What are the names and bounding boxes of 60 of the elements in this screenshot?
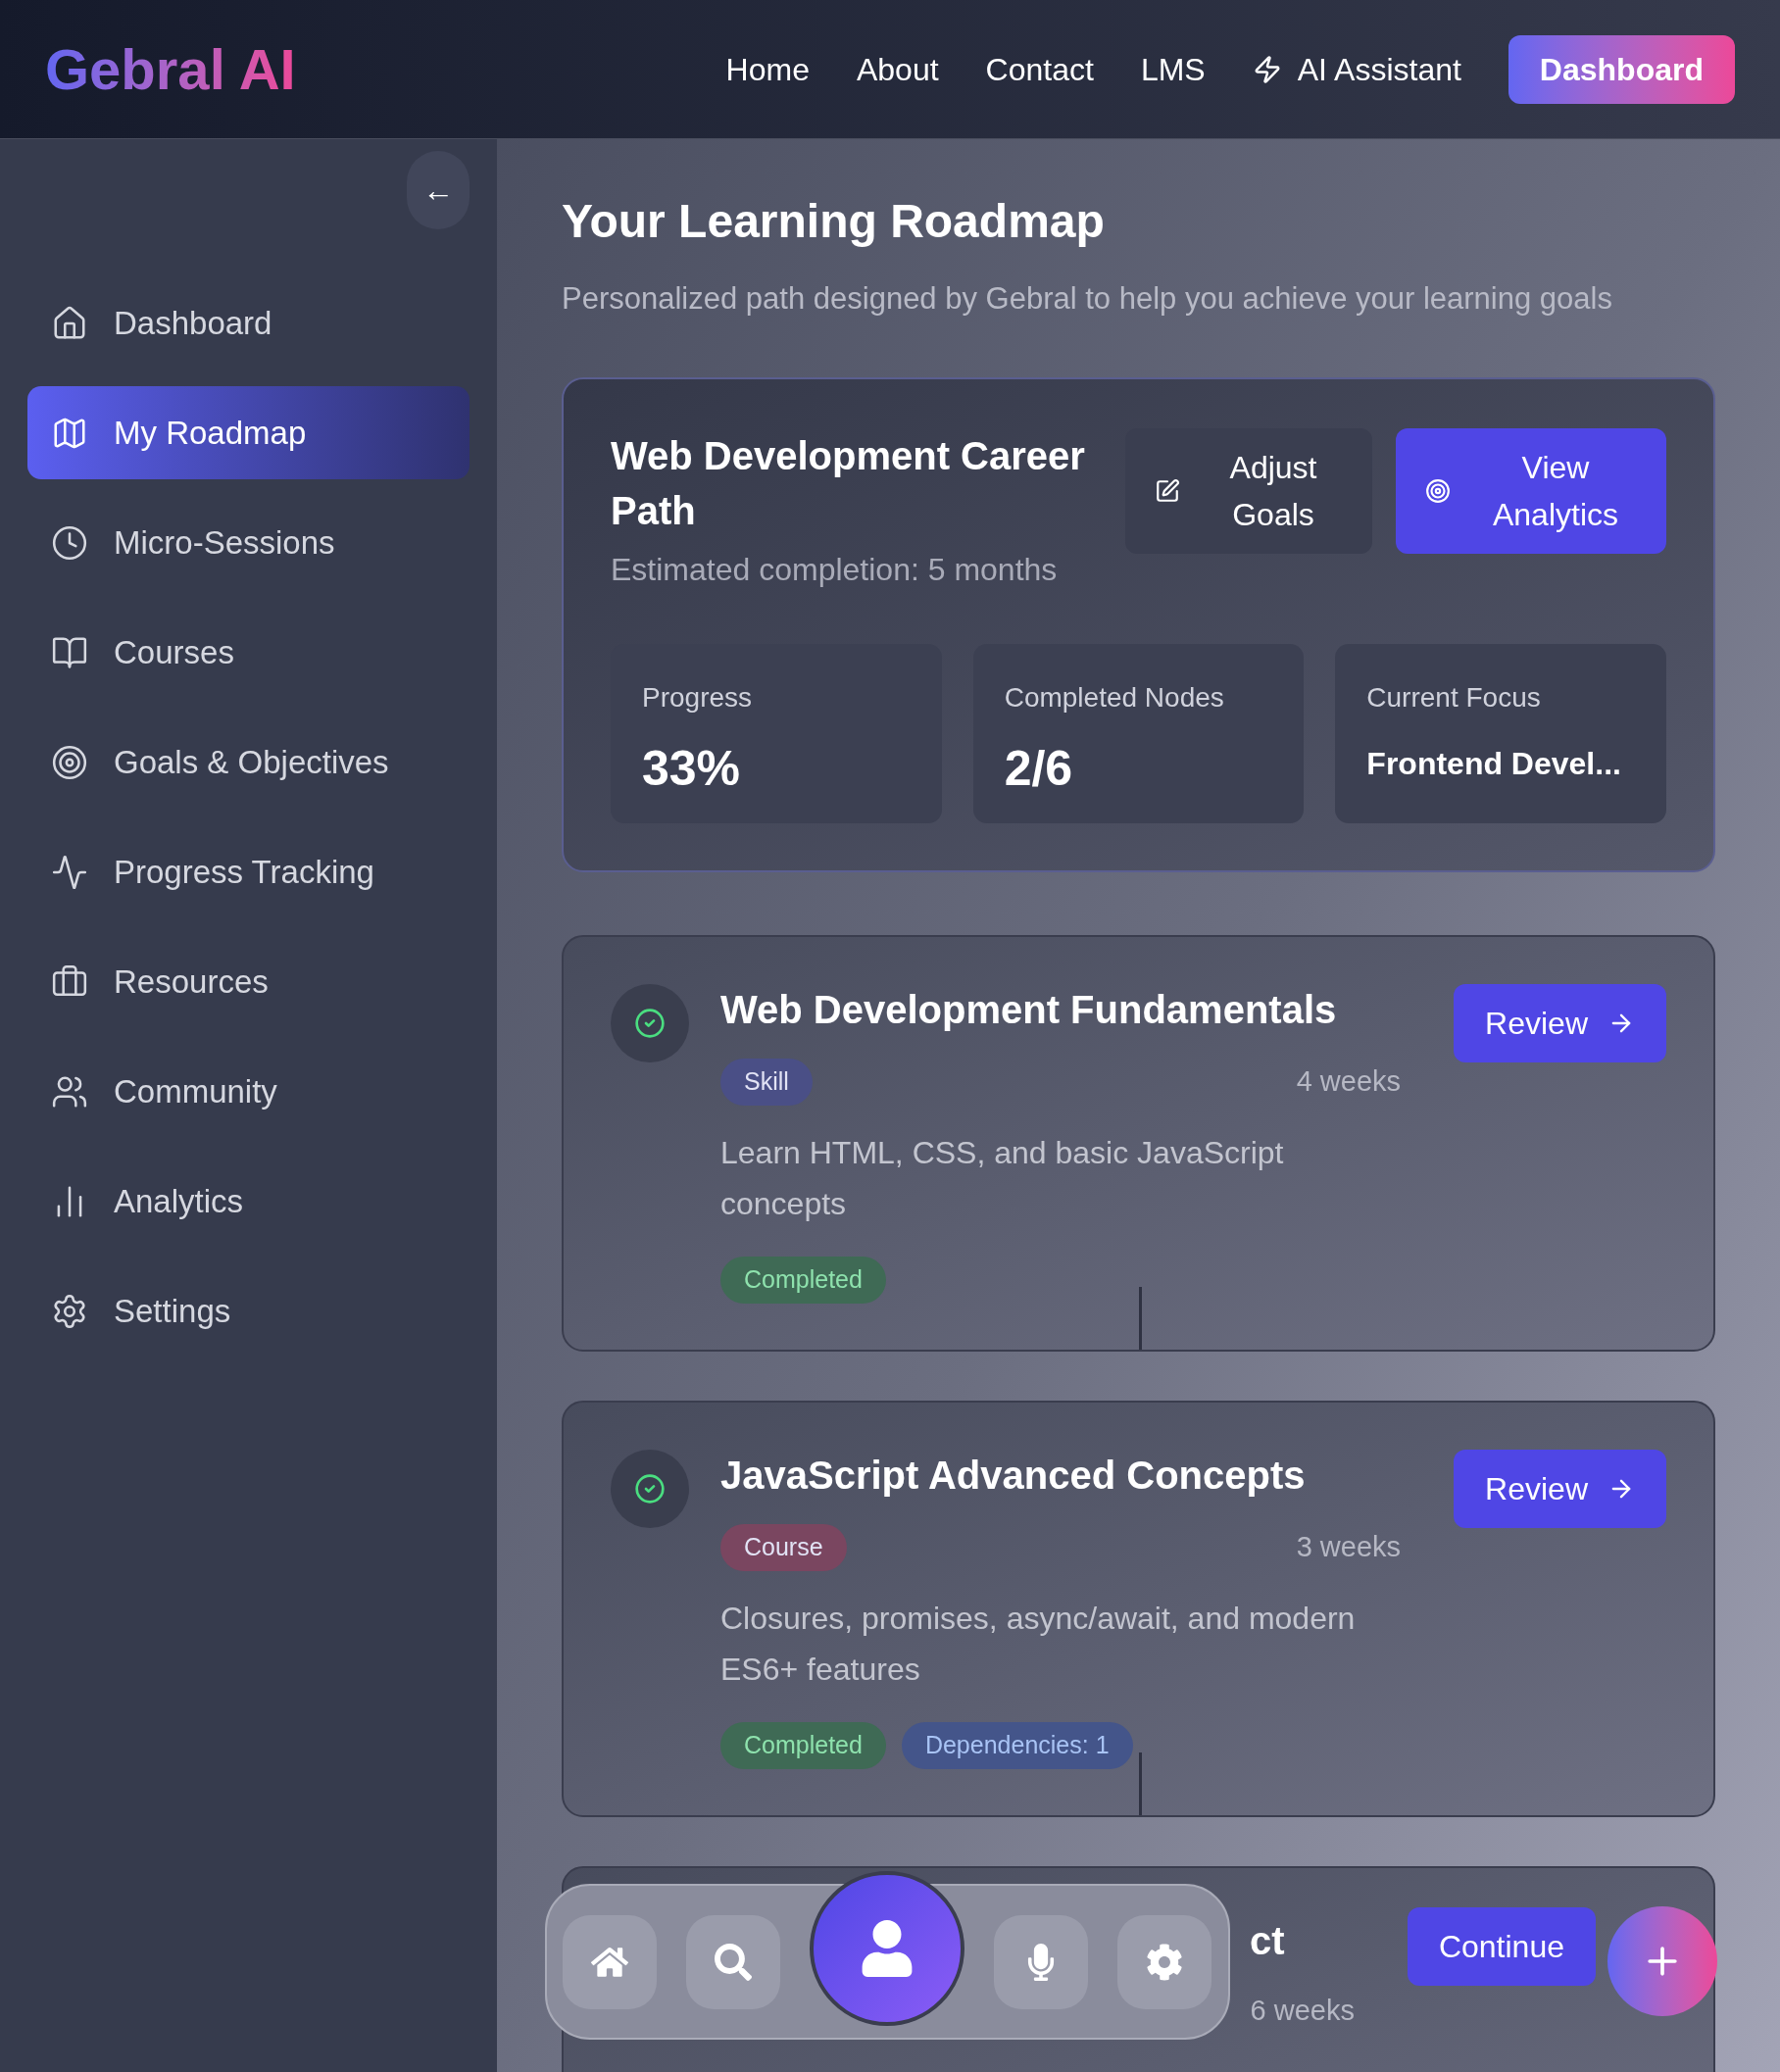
dashboard-button[interactable]: Dashboard — [1508, 34, 1735, 104]
sidebar-item[interactable]: Dashboard — [27, 276, 470, 370]
home-icon — [51, 304, 88, 342]
sidebar-item[interactable]: Resources — [27, 935, 470, 1028]
node-type-tag: Course — [720, 1523, 847, 1571]
sidebar-item[interactable]: Goals & Objectives — [27, 715, 470, 809]
search-icon — [715, 1943, 752, 1981]
page-subtitle: Personalized path designed by Gebral to help you achieve your learning goals — [562, 280, 1613, 318]
sidebar-item[interactable]: Micro-Sessions — [27, 496, 470, 589]
check-circle-icon — [634, 1007, 666, 1039]
sidebar-item[interactable]: My Roadmap — [27, 386, 470, 479]
check-circle-icon — [634, 1472, 666, 1505]
nav-link[interactable]: Home — [725, 45, 810, 93]
review-button[interactable]: Review — [1454, 1449, 1666, 1528]
stat-value: Frontend Devel... — [1366, 744, 1622, 783]
node-title: JavaScript Advanced Concepts — [720, 1452, 1307, 1499]
search-button[interactable] — [686, 1914, 780, 2009]
sidebar-item[interactable]: Progress Tracking — [27, 825, 470, 918]
node-title: ct — [1250, 1917, 1286, 1964]
nav-link[interactable]: AI Assistant — [1252, 45, 1461, 93]
edit-icon — [1155, 477, 1180, 504]
nav-link[interactable]: Contact — [985, 45, 1094, 93]
estimated-completion: Estimated completion: 5 months — [611, 550, 1059, 589]
settings-button[interactable] — [1117, 1914, 1211, 2009]
sidebar-item[interactable]: Community — [27, 1045, 470, 1138]
stat-value: 2/6 — [1004, 739, 1074, 798]
settings-icon — [1146, 1943, 1183, 1981]
sidebar-item[interactable]: Settings — [27, 1264, 470, 1357]
stat-label: Current Focus — [1366, 680, 1542, 715]
page-title: Your Learning Roadmap — [562, 194, 1106, 249]
node-description: Learn HTML, CSS, and basic JavaScript concepts — [720, 1133, 1285, 1223]
node-duration: 6 weeks — [1250, 1993, 1355, 2028]
adjust-goals-button[interactable]: Adjust Goals — [1125, 427, 1372, 554]
node-title: Web Development Fundamentals — [720, 986, 1338, 1033]
view-analytics-button[interactable]: View Analytics — [1396, 427, 1666, 554]
node-duration: 4 weeks — [1296, 1063, 1402, 1099]
node-description: Closures, promises, async/await, and modern ES6+ features — [720, 1599, 1357, 1689]
status-tag: Completed — [720, 1256, 886, 1304]
status-tag: Completed — [720, 1721, 886, 1769]
stat-value: 33% — [642, 739, 742, 798]
node-type-tag: Skill — [720, 1058, 813, 1106]
nav-link[interactable]: About — [856, 45, 939, 93]
sidebar-item[interactable]: Analytics — [27, 1155, 470, 1248]
dependencies-tag: Dependencies: 1 — [901, 1721, 1133, 1769]
career-path-title: Web Development Career Path — [611, 432, 1086, 534]
microphone-button[interactable] — [994, 1914, 1088, 2009]
continue-button[interactable]: Continue — [1407, 1906, 1596, 1986]
settings-icon — [51, 1292, 88, 1330]
nav-link[interactable]: LMS — [1140, 45, 1206, 93]
stat-label: Completed Nodes — [1004, 680, 1225, 715]
activity-icon — [51, 853, 88, 891]
node-duration: 3 weeks — [1296, 1529, 1402, 1564]
collapse-button[interactable]: ← — [407, 151, 470, 229]
clock-icon — [51, 523, 88, 562]
sidebar-item[interactable]: Courses — [27, 606, 470, 699]
target-icon — [51, 743, 88, 781]
home-button[interactable] — [563, 1914, 657, 2009]
stat-label: Progress — [642, 680, 754, 715]
target-icon — [1425, 477, 1451, 504]
review-button[interactable]: Review — [1454, 983, 1666, 1062]
